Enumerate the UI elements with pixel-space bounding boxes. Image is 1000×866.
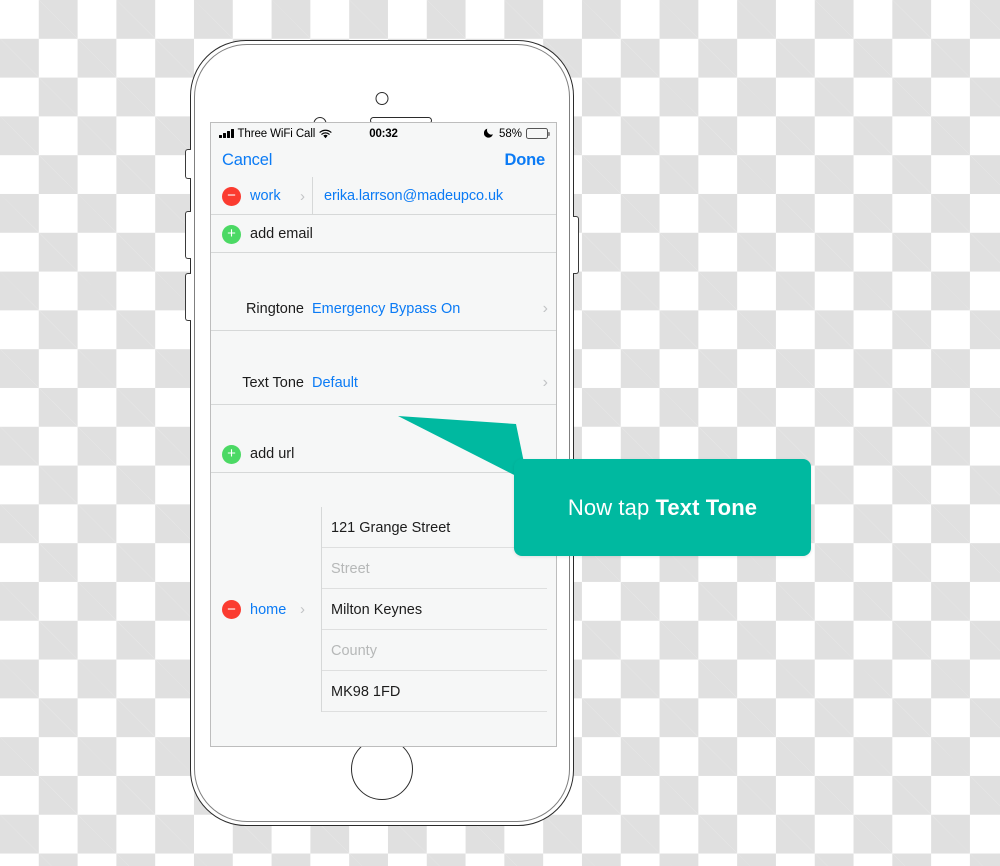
section-gap <box>211 331 556 361</box>
callout-text-bold: Text Tone <box>655 494 758 520</box>
callout-text: Now tap Text Tone <box>568 495 757 521</box>
ringtone-row[interactable]: Ringtone Emergency Bypass On › <box>211 287 556 331</box>
done-button[interactable]: Done <box>505 151 546 170</box>
plus-circle-icon[interactable]: + <box>222 224 241 244</box>
status-bar: Three WiFi Call 00:32 58% <box>211 123 556 144</box>
do-not-disturb-moon-icon <box>483 127 495 141</box>
section-gap <box>211 253 556 287</box>
power-button[interactable] <box>573 216 579 274</box>
text-tone-row[interactable]: Text Tone Default › <box>211 361 556 405</box>
address-field-city[interactable]: Milton Keynes <box>322 589 556 630</box>
chevron-right-icon: › <box>300 187 305 205</box>
row-separator <box>211 330 556 331</box>
text-tone-value[interactable]: Default <box>312 375 358 391</box>
email-label[interactable]: work <box>250 188 298 204</box>
address-field-postcode[interactable]: MK98 1FD <box>322 671 556 712</box>
text-tone-label: Text Tone <box>242 375 304 391</box>
email-row-work[interactable]: − work › erika.larrson@madeupco.uk <box>211 177 556 215</box>
chevron-right-icon: › <box>542 374 548 391</box>
plus-circle-icon[interactable]: + <box>222 444 241 464</box>
address-label[interactable]: home <box>250 602 298 618</box>
volume-down-button[interactable] <box>185 273 191 321</box>
home-button[interactable] <box>351 738 413 800</box>
address-field-county[interactable]: County <box>322 630 556 671</box>
battery-percent-label: 58% <box>498 127 522 140</box>
volume-up-button[interactable] <box>185 211 191 259</box>
chevron-right-icon: › <box>542 300 548 317</box>
email-value[interactable]: erika.larrson@madeupco.uk <box>324 188 503 204</box>
minus-circle-icon[interactable]: − <box>222 186 241 206</box>
callout-text-prefix: Now tap <box>567 494 656 520</box>
status-bar-right: 58% <box>483 127 550 141</box>
minus-circle-icon[interactable]: − <box>222 600 241 619</box>
address-section: − home › 121 Grange Street Street Milton… <box>211 507 556 712</box>
front-camera-icon <box>375 92 389 105</box>
navigation-bar: Cancel Done <box>211 144 556 177</box>
ringtone-label: Ringtone <box>245 301 304 317</box>
add-email-row[interactable]: + add email <box>211 215 556 253</box>
add-url-label[interactable]: add url <box>250 446 294 462</box>
battery-icon <box>526 128 550 139</box>
row-separator <box>211 252 556 253</box>
mute-switch-button[interactable] <box>185 149 191 179</box>
cancel-button[interactable]: Cancel <box>222 151 272 170</box>
email-section: − work › erika.larrson@madeupco.uk + add… <box>211 177 556 253</box>
add-email-label[interactable]: add email <box>250 226 313 242</box>
ringtone-value[interactable]: Emergency Bypass On <box>312 301 460 317</box>
callout-bubble: Now tap Text Tone <box>514 459 811 556</box>
address-label-column[interactable]: − home › <box>211 507 321 712</box>
chevron-right-icon: › <box>300 601 305 618</box>
row-divider <box>312 177 313 215</box>
